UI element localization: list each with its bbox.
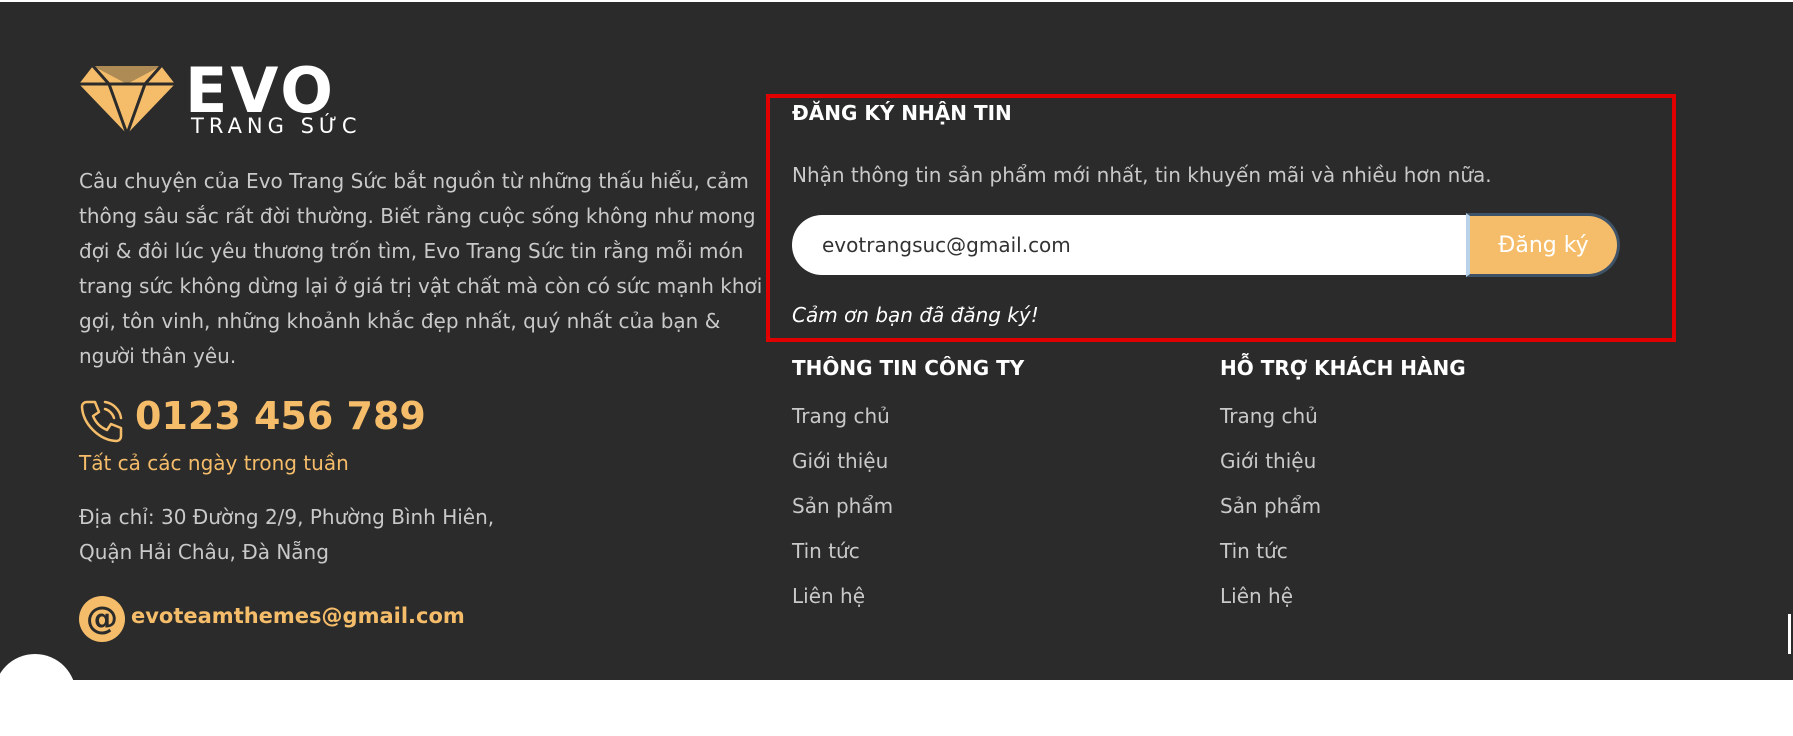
diamond-logo-icon <box>79 65 175 134</box>
company-link-news[interactable]: Tin tức <box>792 539 893 584</box>
address: Địa chỉ: 30 Đường 2/9, Phường Bình Hiên,… <box>79 500 559 570</box>
support-link-news[interactable]: Tin tức <box>1220 539 1321 584</box>
floating-chat-button[interactable] <box>0 654 76 736</box>
phone-number[interactable]: 0123 456 789 <box>135 394 426 438</box>
support-link-products[interactable]: Sản phẩm <box>1220 494 1321 539</box>
company-link-products[interactable]: Sản phẩm <box>792 494 893 539</box>
address-line-2: Quận Hải Châu, Đà Nẵng <box>79 540 329 564</box>
address-line-1: Địa chỉ: 30 Đường 2/9, Phường Bình Hiên, <box>79 505 495 529</box>
at-sign-icon: @ <box>79 596 125 642</box>
support-link-contact[interactable]: Liên hệ <box>1220 584 1321 629</box>
about-text: Câu chuyện của Evo Trang Sức bắt nguồn t… <box>79 169 763 368</box>
support-link-about[interactable]: Giới thiệu <box>1220 449 1321 494</box>
support-link-home[interactable]: Trang chủ <box>1220 404 1321 449</box>
support-title: HỖ TRỢ KHÁCH HÀNG <box>1220 356 1466 380</box>
brand-tagline: TRANG SỨC <box>191 114 362 138</box>
company-link-contact[interactable]: Liên hệ <box>792 584 893 629</box>
opening-days: Tất cả các ngày trong tuần <box>79 451 349 475</box>
site-footer: EVO TRANG SỨC Câu chuyện của Evo Trang S… <box>0 2 1793 736</box>
newsletter-description: Nhận thông tin sản phẩm mới nhất, tin kh… <box>792 163 1492 187</box>
brand-logo[interactable]: EVO TRANG SỨC <box>79 54 379 142</box>
support-links: Trang chủ Giới thiệu Sản phẩm Tin tức Li… <box>1220 404 1321 629</box>
company-info-title: THÔNG TIN CÔNG TY <box>792 356 1025 380</box>
newsletter-title: ĐĂNG KÝ NHẬN TIN <box>792 101 1012 125</box>
scrollbar-edge <box>1788 614 1791 654</box>
subscribe-thanks-message: Cảm ơn bạn đã đăng ký! <box>792 303 1039 327</box>
subscribe-button[interactable]: Đăng ký <box>1466 213 1620 277</box>
contact-email[interactable]: evoteamthemes@gmail.com <box>131 604 465 628</box>
company-info-links: Trang chủ Giới thiệu Sản phẩm Tin tức Li… <box>792 404 893 629</box>
newsletter-email-input[interactable] <box>792 215 1468 275</box>
company-link-home[interactable]: Trang chủ <box>792 404 893 449</box>
company-link-about[interactable]: Giới thiệu <box>792 449 893 494</box>
phone-icon <box>80 400 123 443</box>
